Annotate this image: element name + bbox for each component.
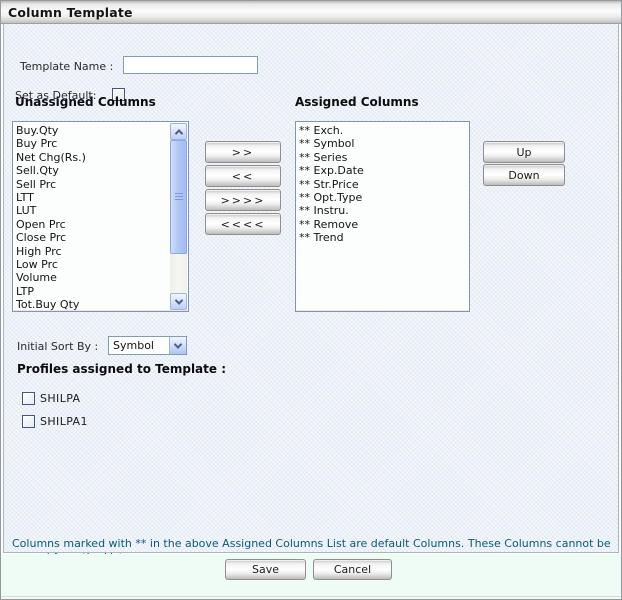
bottom-divider — [1, 596, 621, 597]
save-button[interactable]: Save — [225, 559, 306, 580]
unassigned-columns-items: Buy.QtyBuy PrcNet Chg(Rs.)Sell.QtySell P… — [13, 123, 170, 311]
list-item[interactable]: Buy Prc — [16, 137, 170, 150]
assigned-columns-items: ** Exch.** Symbol** Series** Exp.Date** … — [296, 123, 469, 311]
unassigned-columns-listbox[interactable]: Buy.QtyBuy PrcNet Chg(Rs.)Sell.QtySell P… — [12, 121, 189, 312]
list-item[interactable]: Sell Prc — [16, 178, 170, 191]
assigned-columns-listbox[interactable]: ** Exch.** Symbol** Series** Exp.Date** … — [295, 121, 470, 312]
move-right-button[interactable]: >> — [205, 141, 281, 163]
list-item[interactable]: Sell.Qty — [16, 164, 170, 177]
scrollbar-down-button[interactable] — [170, 293, 187, 310]
window-title: Column Template — [8, 5, 133, 20]
template-name-label: Template Name : — [20, 60, 113, 73]
up-button[interactable]: Up — [483, 141, 565, 163]
chevron-down-icon — [174, 296, 182, 304]
move-left-button[interactable]: << — [205, 165, 281, 187]
list-item[interactable]: ** Trend — [299, 231, 469, 244]
unassigned-columns-heading: Unassigned Columns — [15, 95, 156, 109]
initial-sort-select[interactable]: Symbol — [108, 336, 187, 355]
dropdown-arrow-button[interactable] — [169, 337, 186, 354]
list-item[interactable]: Low Prc — [16, 258, 170, 271]
list-item[interactable]: ** Remove — [299, 218, 469, 231]
cancel-button[interactable]: Cancel — [313, 559, 392, 580]
list-item[interactable]: Close Prc — [16, 231, 170, 244]
list-item[interactable]: ** Opt.Type — [299, 191, 469, 204]
initial-sort-label: Initial Sort By : — [17, 340, 98, 353]
list-item[interactable]: ** Str.Price — [299, 178, 469, 191]
list-item[interactable]: LTP — [16, 285, 170, 298]
list-item[interactable]: High Prc — [16, 245, 170, 258]
scrollbar-grip-icon — [175, 193, 183, 201]
chevron-down-icon — [174, 340, 182, 348]
initial-sort-value: Symbol — [109, 339, 169, 352]
list-item[interactable]: ** Series — [299, 151, 469, 164]
profile-label: SHILPA — [40, 392, 80, 405]
chevron-up-icon — [174, 129, 182, 137]
profile-label: SHILPA1 — [40, 415, 88, 428]
profiles-heading: Profiles assigned to Template : — [17, 362, 226, 376]
scrollbar-up-button[interactable] — [170, 123, 187, 140]
profile-checkbox[interactable] — [22, 415, 35, 428]
scrollbar-thumb[interactable] — [170, 140, 187, 254]
list-item[interactable]: Buy.Qty — [16, 124, 170, 137]
profiles-list: SHILPA SHILPA1 — [22, 391, 88, 437]
list-item[interactable]: ** Instru. — [299, 204, 469, 217]
list-item[interactable]: ** Exp.Date — [299, 164, 469, 177]
scrollbar[interactable] — [170, 123, 187, 310]
profile-checkbox-row[interactable]: SHILPA — [22, 391, 88, 405]
list-item[interactable]: LUT — [16, 204, 170, 217]
move-all-left-button[interactable]: <<<< — [205, 213, 281, 235]
list-item[interactable]: LTT — [16, 191, 170, 204]
list-item[interactable]: ** Exch. — [299, 124, 469, 137]
profile-checkbox[interactable] — [22, 392, 35, 405]
list-item[interactable]: ** Symbol — [299, 137, 469, 150]
assigned-columns-heading: Assigned Columns — [295, 95, 419, 109]
template-name-input[interactable] — [123, 56, 258, 74]
list-item[interactable]: Net Chg(Rs.) — [16, 151, 170, 164]
profile-checkbox-row[interactable]: SHILPA1 — [22, 414, 88, 428]
down-button[interactable]: Down — [483, 164, 565, 186]
main-panel: Template Name : Set as Default: Unassign… — [3, 24, 619, 553]
column-template-window: Column Template Template Name : Set as D… — [0, 0, 622, 600]
move-all-right-button[interactable]: >>>> — [205, 189, 281, 211]
footer: Save Cancel — [1, 554, 621, 599]
list-item[interactable]: Open Prc — [16, 218, 170, 231]
titlebar: Column Template — [1, 1, 621, 24]
list-item[interactable]: Volume — [16, 271, 170, 284]
list-item[interactable]: Tot.Buy Qty — [16, 298, 170, 311]
